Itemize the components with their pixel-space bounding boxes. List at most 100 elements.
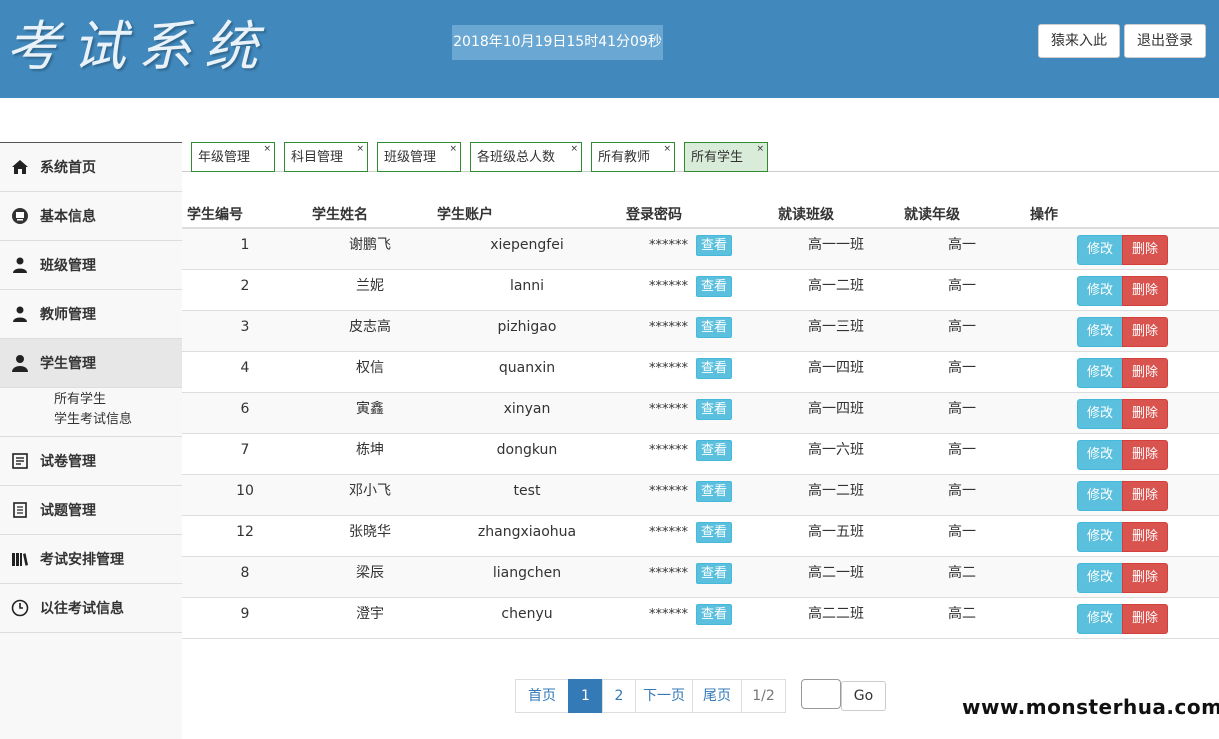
edit-button[interactable]: 修改 — [1077, 522, 1123, 552]
view-password-button[interactable]: 查看 — [696, 235, 732, 256]
close-icon[interactable]: × — [356, 134, 364, 164]
delete-button[interactable]: 删除 — [1122, 235, 1168, 265]
cell-grade: 高一 — [948, 237, 976, 253]
tab-all-teachers[interactable]: 所有教师 × — [591, 142, 675, 172]
logout-button[interactable]: 退出登录 — [1124, 24, 1206, 58]
sidebar-item-exam-schedule[interactable]: 考试安排管理 — [0, 535, 182, 584]
edit-button[interactable]: 修改 — [1077, 276, 1123, 306]
edit-button[interactable]: 修改 — [1077, 399, 1123, 429]
view-password-button[interactable]: 查看 — [696, 563, 732, 584]
cell-class: 高一四班 — [808, 360, 864, 376]
close-icon[interactable]: × — [756, 134, 764, 164]
cell-grade: 高一 — [948, 483, 976, 499]
edit-button[interactable]: 修改 — [1077, 563, 1123, 593]
sidebar-item-basic-info[interactable]: 基本信息 — [0, 192, 182, 241]
cell-student-id: 9 — [240, 606, 250, 622]
cell-student-name: 邓小飞 — [349, 483, 391, 499]
cell-student-name: 澄宇 — [356, 606, 384, 622]
sidebar-item-paper-mgmt[interactable]: 试卷管理 — [0, 437, 182, 486]
close-icon[interactable]: × — [663, 134, 671, 164]
sidebar-item-question-mgmt[interactable]: 试题管理 — [0, 486, 182, 535]
delete-button[interactable]: 删除 — [1122, 276, 1168, 306]
page-first-button[interactable]: 首页 — [515, 679, 569, 713]
tab-label: 各班级总人数 — [477, 150, 556, 165]
cell-student-account: dongkun — [496, 442, 558, 458]
guest-button[interactable]: 猿来入此 — [1038, 24, 1120, 58]
password-mask: ****** — [649, 607, 688, 622]
cell-student-id: 7 — [240, 442, 250, 458]
cell-class: 高一六班 — [808, 442, 864, 458]
submenu-student-exam-info[interactable]: 学生考试信息 — [54, 410, 182, 430]
tab-label: 班级管理 — [384, 150, 437, 165]
view-password-button[interactable]: 查看 — [696, 317, 732, 338]
tab-grade-mgmt[interactable]: 年级管理 × — [191, 142, 275, 172]
delete-button[interactable]: 删除 — [1122, 399, 1168, 429]
edit-button[interactable]: 修改 — [1077, 358, 1123, 388]
delete-button[interactable]: 删除 — [1122, 440, 1168, 470]
password-mask: ****** — [649, 402, 688, 417]
col-header-grade: 就读年级 — [904, 207, 960, 223]
datetime-display: 2018年10月19日15时41分09秒 — [452, 25, 663, 60]
view-password-button[interactable]: 查看 — [696, 440, 732, 461]
cell-grade: 高一 — [948, 360, 976, 376]
cell-student-account: test — [513, 483, 541, 499]
sidebar-item-teacher-mgmt[interactable]: 教师管理 — [0, 290, 182, 339]
page-jump-input[interactable] — [801, 679, 841, 709]
delete-button[interactable]: 删除 — [1122, 358, 1168, 388]
sidebar-item-class-mgmt[interactable]: 班级管理 — [0, 241, 182, 290]
tab-subject-mgmt[interactable]: 科目管理 × — [284, 142, 368, 172]
cell-student-id: 6 — [240, 401, 250, 417]
view-password-button[interactable]: 查看 — [696, 522, 732, 543]
delete-button[interactable]: 删除 — [1122, 317, 1168, 347]
view-password-button[interactable]: 查看 — [696, 481, 732, 502]
cell-class: 高一二班 — [808, 483, 864, 499]
delete-button[interactable]: 删除 — [1122, 604, 1168, 634]
view-password-button[interactable]: 查看 — [696, 276, 732, 297]
sidebar-item-label: 试题管理 — [40, 503, 96, 519]
cell-class: 高二二班 — [808, 606, 864, 622]
page-next-button[interactable]: 下一页 — [635, 679, 693, 713]
sidebar-item-label: 试卷管理 — [40, 454, 96, 470]
close-icon[interactable]: × — [570, 134, 578, 164]
edit-button[interactable]: 修改 — [1077, 235, 1123, 265]
view-password-button[interactable]: 查看 — [696, 399, 732, 420]
home-icon — [10, 157, 30, 177]
view-password-button[interactable]: 查看 — [696, 358, 732, 379]
sidebar-item-home[interactable]: 系统首页 — [0, 143, 182, 192]
tab-all-students[interactable]: 所有学生 × — [684, 142, 768, 172]
password-mask: ****** — [649, 525, 688, 540]
edit-button[interactable]: 修改 — [1077, 317, 1123, 347]
page-last-button[interactable]: 尾页 — [692, 679, 742, 713]
sidebar-item-label: 学生管理 — [40, 356, 96, 372]
close-icon[interactable]: × — [263, 134, 271, 164]
sidebar-item-student-mgmt[interactable]: 学生管理 — [0, 339, 182, 388]
cell-class: 高一四班 — [808, 401, 864, 417]
cell-grade: 高一 — [948, 401, 976, 417]
tab-class-mgmt[interactable]: 班级管理 × — [377, 142, 461, 172]
cell-class: 高一五班 — [808, 524, 864, 540]
cell-grade: 高二 — [948, 565, 976, 581]
tab-bar: 年级管理 × 科目管理 × 班级管理 × 各班级总人数 × 所有教师 × 所有学生 × — [182, 142, 1219, 172]
table-row: 1 谢鹏飞 xiepengfei ****** 查看 高一一班 高一 修改 删除 — [182, 229, 1219, 270]
cell-student-name: 兰妮 — [356, 278, 384, 294]
delete-button[interactable]: 删除 — [1122, 481, 1168, 511]
submenu-all-students[interactable]: 所有学生 — [54, 390, 182, 410]
cell-student-account: xinyan — [503, 401, 551, 417]
close-icon[interactable]: × — [449, 134, 457, 164]
cell-class: 高二一班 — [808, 565, 864, 581]
page-2-button[interactable]: 2 — [602, 679, 636, 713]
sidebar-item-past-exams[interactable]: 以往考试信息 — [0, 584, 182, 633]
delete-button[interactable]: 删除 — [1122, 563, 1168, 593]
view-password-button[interactable]: 查看 — [696, 604, 732, 625]
edit-button[interactable]: 修改 — [1077, 481, 1123, 511]
delete-button[interactable]: 删除 — [1122, 522, 1168, 552]
monitor-icon — [10, 206, 30, 226]
col-header-actions: 操作 — [1030, 207, 1058, 223]
cell-class: 高一二班 — [808, 278, 864, 294]
tab-class-totals[interactable]: 各班级总人数 × — [470, 142, 582, 172]
page-go-button[interactable]: Go — [841, 681, 886, 711]
edit-button[interactable]: 修改 — [1077, 604, 1123, 634]
table-row: 10 邓小飞 test ****** 查看 高一二班 高一 修改 删除 — [182, 475, 1219, 516]
page-1-button[interactable]: 1 — [568, 679, 603, 713]
edit-button[interactable]: 修改 — [1077, 440, 1123, 470]
